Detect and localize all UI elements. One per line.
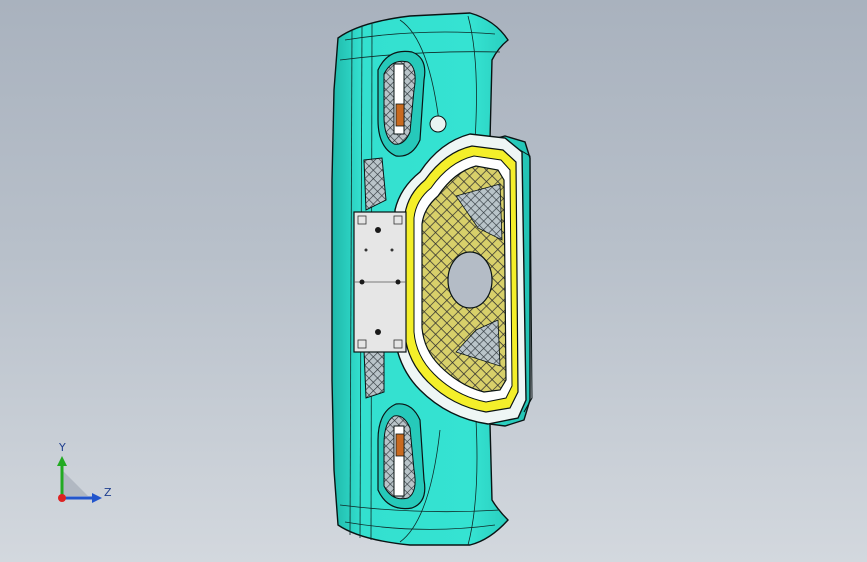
emblem-hole [447, 251, 493, 309]
z-axis-label: Z [104, 486, 112, 499]
cad-viewport[interactable]: Y Z [0, 0, 867, 562]
coordinate-triad: Y Z [48, 440, 118, 510]
y-axis-label: Y [59, 441, 66, 454]
lower-side-vent [363, 344, 385, 399]
lower-fog-lamp [377, 403, 426, 510]
bumper-model[interactable] [0, 0, 867, 562]
upper-side-vent [363, 157, 387, 211]
license-plate-bracket[interactable] [353, 211, 407, 353]
